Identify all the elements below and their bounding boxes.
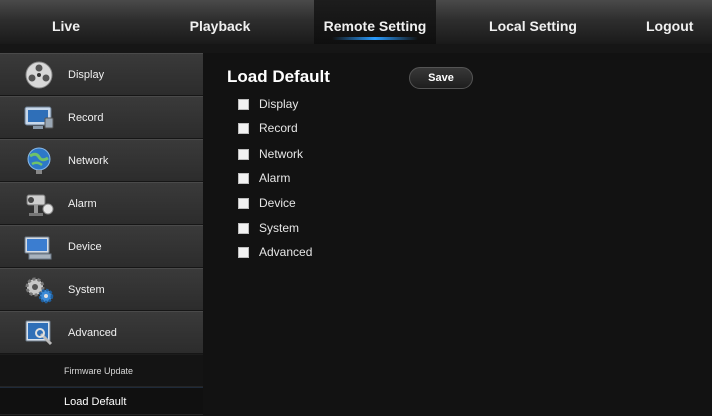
top-navigation: Live Playback Remote Setting Local Setti…	[0, 0, 712, 45]
sidebar-item-label: Advanced	[68, 327, 117, 339]
option-alarm-checkbox[interactable]: Alarm	[238, 169, 290, 187]
sidebar-subitem-label: Firmware Update	[64, 366, 134, 376]
device-icon	[22, 232, 56, 262]
option-record-checkbox[interactable]: Record	[238, 119, 298, 137]
tab-playback[interactable]: Playback	[160, 0, 280, 44]
tab-live[interactable]: Live	[0, 0, 132, 44]
sidebar-item-display[interactable]: Display	[0, 53, 203, 96]
option-advanced-checkbox[interactable]: Advanced	[238, 243, 312, 261]
checkbox-icon	[238, 222, 249, 234]
sidebar-item-label: Network	[68, 155, 109, 167]
checkbox-icon	[238, 197, 249, 209]
option-label: Advanced	[259, 245, 313, 259]
checkbox-icon	[238, 246, 249, 258]
system-icon	[22, 275, 56, 305]
option-network-checkbox[interactable]: Network	[238, 145, 303, 163]
tab-remote-setting-label: Remote Setting	[323, 18, 427, 34]
tab-remote-setting[interactable]: Remote Setting	[314, 0, 436, 44]
option-label: Alarm	[259, 171, 291, 185]
alarm-icon	[22, 189, 56, 219]
display-icon	[22, 60, 56, 90]
option-label: System	[259, 221, 300, 235]
record-icon	[22, 103, 56, 133]
sidebar-item-network[interactable]: Network	[0, 139, 203, 182]
option-system-checkbox[interactable]: System	[238, 219, 299, 237]
checkbox-icon	[238, 148, 249, 160]
nav-divider	[0, 44, 712, 53]
sidebar-item-label: Record	[68, 112, 104, 124]
tab-logout[interactable]: Logout	[636, 0, 712, 44]
option-device-checkbox[interactable]: Device	[238, 194, 296, 212]
advanced-icon	[22, 318, 56, 348]
option-label: Device	[259, 196, 296, 210]
sidebar-subitem-label: Load Default	[64, 396, 127, 408]
checkbox-icon	[238, 172, 249, 184]
network-icon	[22, 146, 56, 176]
option-label: Network	[259, 147, 304, 161]
sidebar: Display Record Network Alarm Device Syst…	[0, 53, 203, 415]
sidebar-item-label: Display	[68, 69, 105, 81]
option-label: Record	[259, 121, 298, 135]
option-display-checkbox[interactable]: Display	[238, 95, 298, 113]
sidebar-subitem-firmware-update[interactable]: Firmware Update	[0, 355, 203, 387]
page-title: Load Default	[227, 67, 330, 86]
sidebar-item-system[interactable]: System	[0, 268, 203, 311]
sidebar-item-label: System	[68, 284, 105, 296]
sidebar-item-device[interactable]: Device	[0, 225, 203, 268]
sidebar-item-advanced[interactable]: Advanced	[0, 311, 203, 354]
sidebar-item-label: Device	[68, 241, 102, 253]
option-label: Display	[259, 97, 299, 111]
checkbox-icon	[238, 122, 249, 134]
sidebar-item-label: Alarm	[68, 198, 97, 210]
sidebar-subitem-load-default[interactable]: Load Default	[0, 387, 203, 415]
sidebar-item-record[interactable]: Record	[0, 96, 203, 139]
sidebar-item-alarm[interactable]: Alarm	[0, 182, 203, 225]
checkbox-icon	[238, 98, 249, 110]
tab-local-setting[interactable]: Local Setting	[470, 0, 596, 44]
save-button[interactable]: Save	[409, 67, 473, 89]
main-panel: Load Default Save Display Record Network…	[203, 53, 712, 414]
